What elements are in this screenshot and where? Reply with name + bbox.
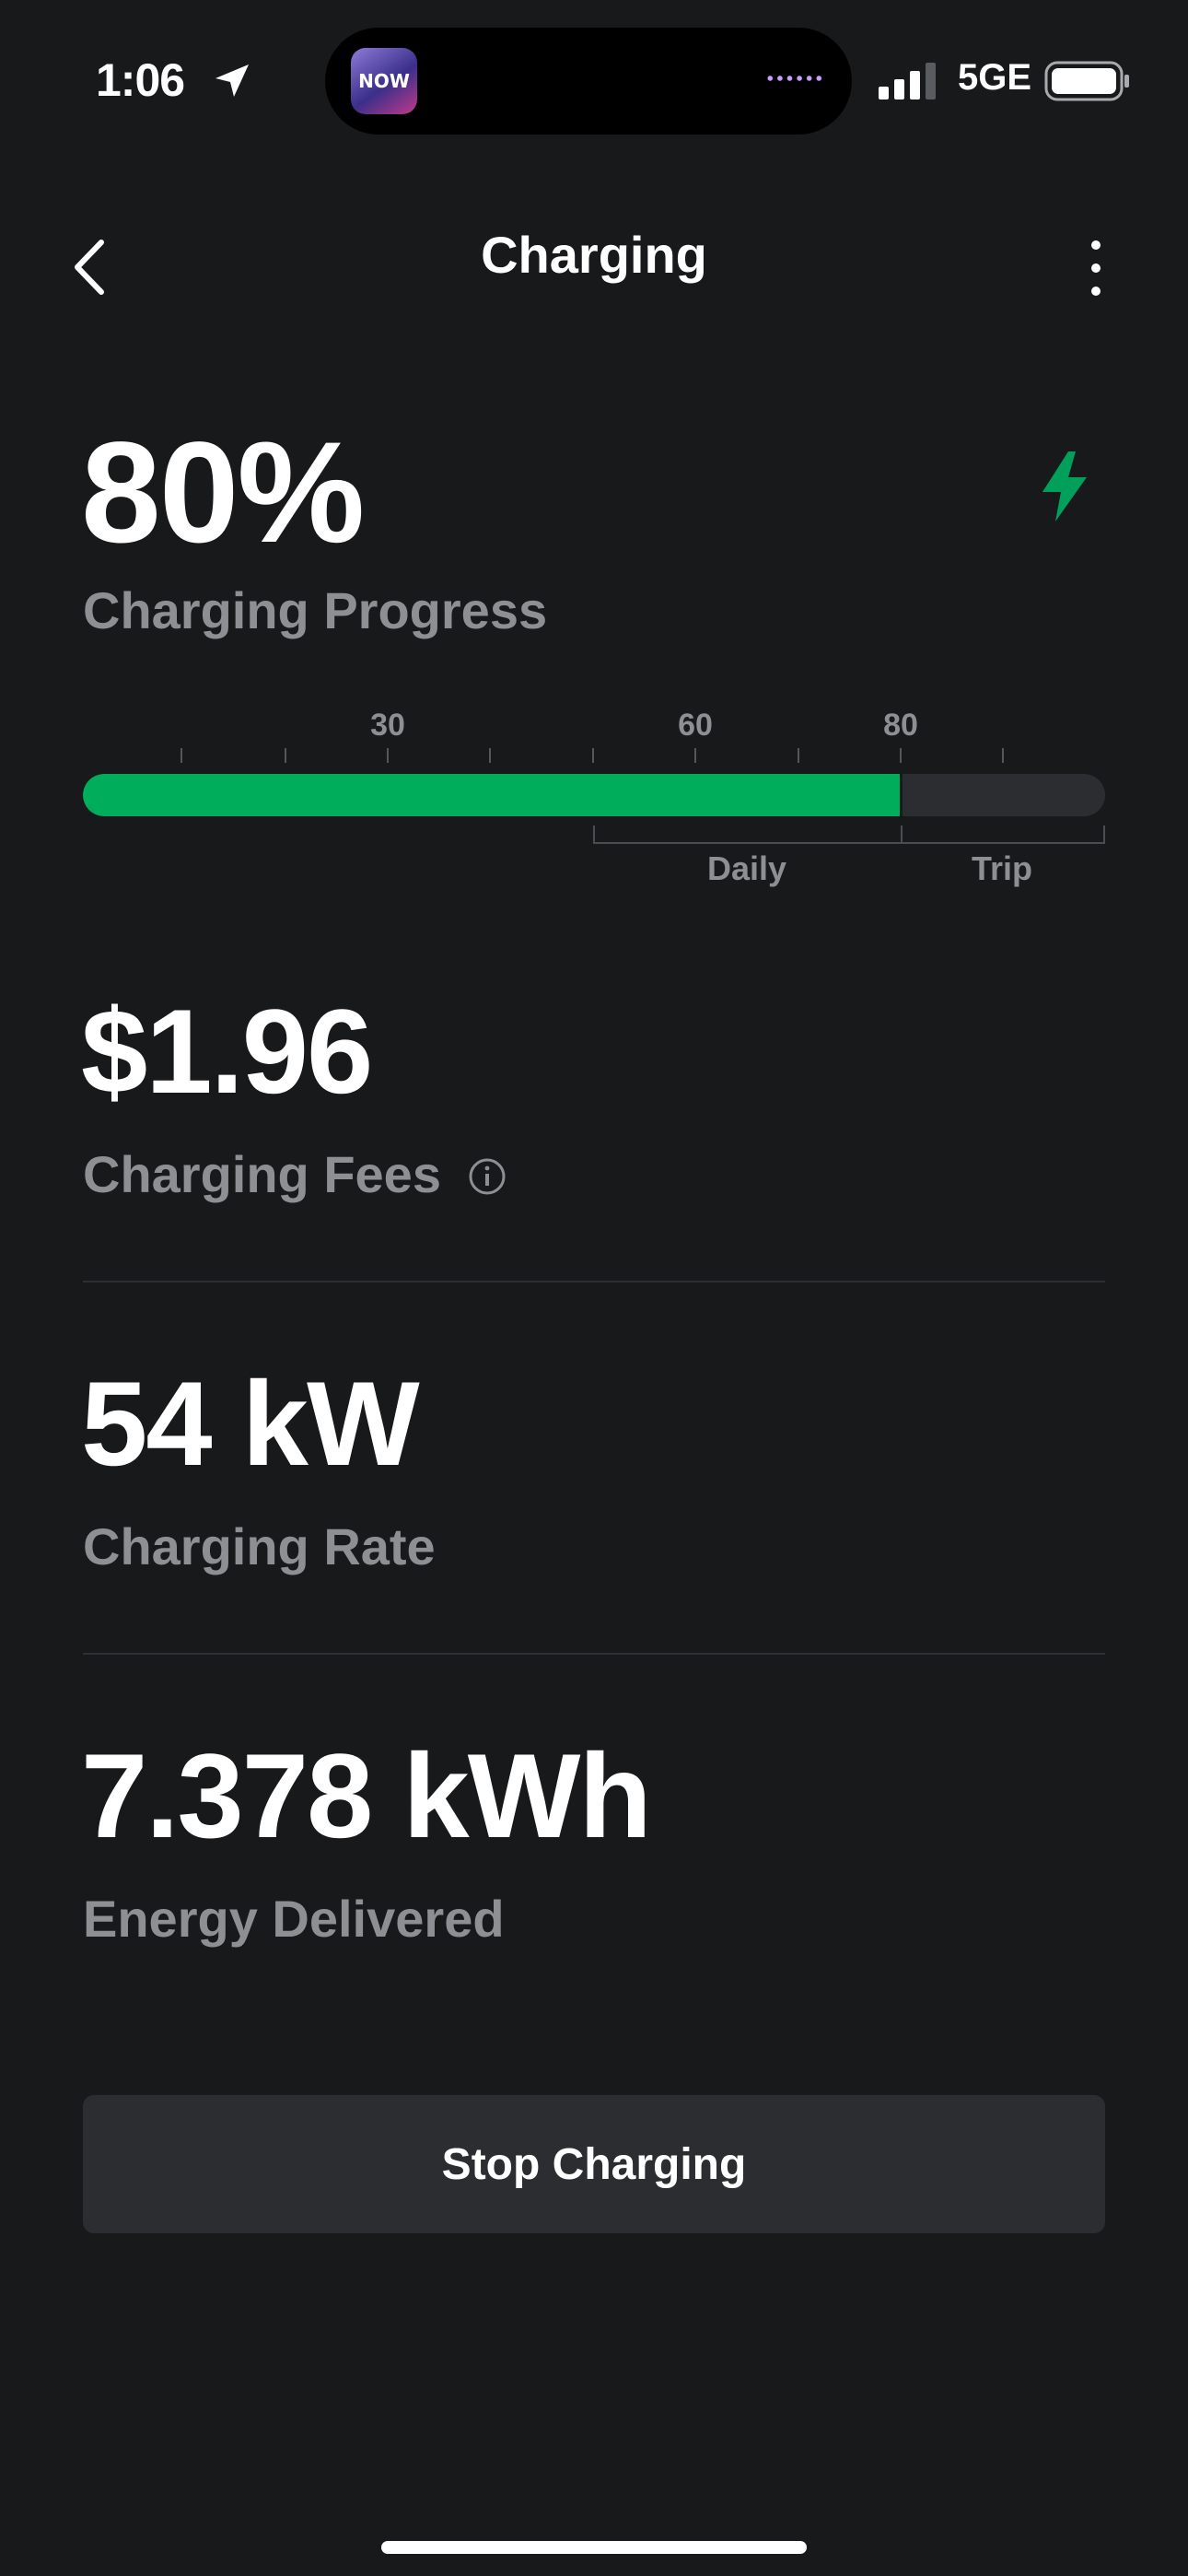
charging-rate-label: Charging Rate (83, 1517, 436, 1575)
charging-rate-value: 54 kW (81, 1356, 420, 1491)
page-title: Charging (481, 226, 707, 284)
range-cap (1103, 825, 1105, 844)
more-vertical-icon[interactable] (1077, 236, 1114, 300)
energy-delivered-label: Energy Delivered (83, 1890, 505, 1948)
charge-limit-bar[interactable]: 30 60 80 Daily Trip (83, 708, 1105, 892)
lightning-bolt-icon (1042, 451, 1087, 521)
battery-icon (1044, 61, 1129, 101)
tick-mark (798, 748, 799, 763)
progress-fill (83, 774, 901, 816)
tick-label-60: 60 (678, 708, 713, 743)
island-activity-dots (765, 76, 824, 81)
info-circle-icon[interactable] (468, 1157, 507, 1196)
network-type: 5GE (958, 57, 1032, 98)
range-cap (593, 825, 595, 844)
range-bracket (593, 842, 1105, 844)
section-divider (83, 1653, 1105, 1655)
charging-percent: 80% (81, 413, 365, 573)
status-time: 1:06 (96, 54, 185, 106)
progress-track (83, 774, 1105, 816)
energy-delivered-value: 7.378 kWh (81, 1728, 652, 1863)
tick-mark (489, 748, 491, 763)
range-label-daily: Daily (706, 849, 787, 887)
tick-mark (1002, 748, 1004, 763)
charge-limit-marker[interactable] (900, 774, 903, 824)
tick-mark (285, 748, 286, 763)
charging-fees-value: $1.96 (81, 984, 373, 1118)
section-divider (83, 1281, 1105, 1282)
tick-mark (900, 748, 902, 763)
now-app-icon: NOW (351, 48, 417, 114)
charging-fees-label: Charging Fees (83, 1145, 441, 1203)
stop-charging-button[interactable]: Stop Charging (83, 2095, 1105, 2233)
home-indicator[interactable] (381, 2541, 807, 2554)
tick-mark (694, 748, 696, 763)
signal-bars-icon (879, 63, 936, 100)
range-cap (901, 825, 903, 844)
range-label-trip: Trip (971, 849, 1033, 887)
tick-mark (387, 748, 389, 763)
tick-label-30: 30 (370, 708, 405, 743)
location-arrow-icon (215, 64, 249, 97)
dynamic-island[interactable]: NOW (325, 28, 852, 135)
tick-mark (592, 748, 594, 763)
charging-progress-label: Charging Progress (83, 581, 548, 639)
tick-mark (181, 748, 182, 763)
tick-label-80: 80 (883, 708, 918, 743)
